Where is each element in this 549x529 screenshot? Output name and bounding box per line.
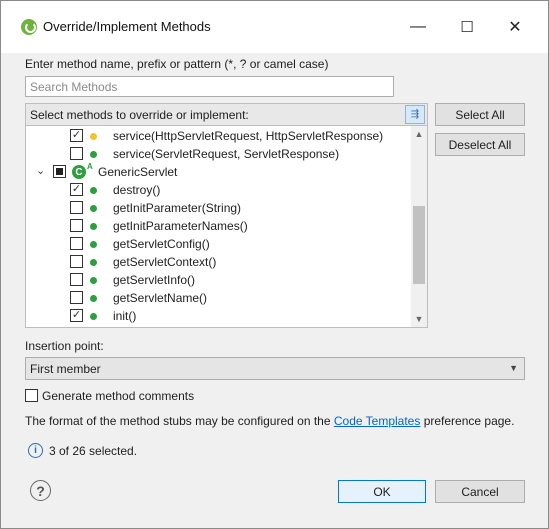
row-checkbox[interactable] (70, 237, 83, 250)
insertion-point-value: First member (30, 362, 101, 376)
insertion-point-select[interactable]: First member ▼ (25, 357, 525, 380)
public-method-icon (90, 295, 97, 302)
close-button[interactable]: ✕ (502, 14, 528, 40)
tree-row[interactable]: ✓ init() (26, 307, 411, 325)
row-checkbox[interactable] (53, 165, 66, 178)
generate-comments-checkbox[interactable] (25, 389, 38, 402)
tree-row[interactable]: ✓ destroy() (26, 181, 411, 199)
public-method-icon (90, 205, 97, 212)
public-method-icon (90, 259, 97, 266)
tree-row[interactable]: getServletName() (26, 289, 411, 307)
row-checkbox[interactable]: ✓ (70, 309, 83, 322)
method-label: getServletInfo() (113, 273, 196, 287)
tree-header: Select methods to override or implement:… (25, 103, 428, 125)
format-note-before: The format of the method stubs may be co… (25, 414, 331, 428)
public-method-icon (90, 187, 97, 194)
format-note-after: preference page. (423, 414, 515, 428)
tree-row[interactable]: getServletConfig() (26, 235, 411, 253)
spring-app-icon (21, 19, 37, 35)
tree-row[interactable]: getServletInfo() (26, 271, 411, 289)
row-checkbox[interactable] (70, 147, 83, 160)
public-method-icon (90, 241, 97, 248)
format-note: The format of the method stubs may be co… (25, 414, 514, 428)
scrollbar-thumb[interactable] (413, 206, 425, 284)
row-checkbox[interactable] (70, 219, 83, 232)
public-method-icon (90, 313, 97, 320)
tree-header-label: Select methods to override or implement: (30, 108, 249, 122)
minimize-button[interactable]: — (405, 14, 431, 40)
protected-method-icon (90, 133, 97, 140)
row-checkbox[interactable] (70, 201, 83, 214)
ok-button[interactable]: OK (338, 480, 426, 503)
method-label: service(ServletRequest, ServletResponse) (113, 147, 340, 161)
title-bar: Override/Implement Methods — ☐ ✕ (1, 1, 548, 53)
select-all-button[interactable]: Select All (435, 103, 525, 126)
row-checkbox[interactable] (70, 273, 83, 286)
tree-scrollbar[interactable]: ▲ ▼ (411, 126, 427, 327)
tree-row[interactable]: getInitParameterNames() (26, 217, 411, 235)
method-label: getServletConfig() (113, 237, 210, 251)
row-checkbox[interactable] (70, 291, 83, 304)
abstract-class-icon: C (72, 165, 86, 179)
method-label: getServletName() (113, 291, 208, 305)
maximize-button[interactable]: ☐ (454, 14, 480, 40)
dialog-window: Override/Implement Methods — ☐ ✕ Enter m… (0, 0, 549, 529)
row-checkbox[interactable] (70, 255, 83, 268)
method-label: getInitParameterNames() (113, 219, 248, 233)
code-templates-link[interactable]: Code Templates (334, 414, 421, 428)
scroll-up-arrow-icon[interactable]: ▲ (411, 126, 427, 142)
search-label: Enter method name, prefix or pattern (*,… (25, 57, 329, 71)
tree-row[interactable]: getInitParameter(String) (26, 199, 411, 217)
insertion-point-label: Insertion point: (25, 339, 104, 353)
tree-row-class[interactable]: ⌄ C A GenericServlet (26, 162, 411, 181)
row-checkbox[interactable]: ✓ (70, 183, 83, 196)
method-label: init() (113, 309, 137, 323)
chevron-down-icon: ▼ (509, 363, 518, 373)
public-method-icon (90, 151, 97, 158)
methods-tree[interactable]: ✓ service(HttpServletRequest, HttpServle… (25, 125, 428, 328)
public-method-icon (90, 277, 97, 284)
chevron-down-icon[interactable]: ⌄ (36, 164, 45, 177)
public-method-icon (90, 223, 97, 230)
class-label: GenericServlet (98, 165, 178, 179)
scroll-down-arrow-icon[interactable]: ▼ (411, 311, 427, 327)
window-title: Override/Implement Methods (43, 19, 211, 34)
row-checkbox[interactable]: ✓ (70, 129, 83, 142)
method-label: getServletContext() (113, 255, 217, 269)
tree-row[interactable]: service(ServletRequest, ServletResponse) (26, 145, 411, 163)
generate-comments-label: Generate method comments (42, 389, 195, 403)
deselect-all-button[interactable]: Deselect All (435, 133, 525, 156)
group-by-type-icon[interactable]: ⇶ (405, 105, 425, 124)
method-label: getInitParameter(String) (113, 201, 242, 215)
info-icon: i (28, 443, 43, 458)
search-input[interactable] (25, 76, 394, 97)
method-label: service(HttpServletRequest, HttpServletR… (113, 129, 384, 143)
method-label: destroy() (113, 183, 161, 197)
tree-row[interactable]: ✓ service(HttpServletRequest, HttpServle… (26, 127, 411, 145)
tree-row[interactable]: getServletContext() (26, 253, 411, 271)
help-icon[interactable]: ? (30, 480, 51, 501)
selection-status: 3 of 26 selected. (49, 444, 138, 458)
cancel-button[interactable]: Cancel (435, 480, 525, 503)
abstract-marker-icon: A (87, 162, 93, 171)
